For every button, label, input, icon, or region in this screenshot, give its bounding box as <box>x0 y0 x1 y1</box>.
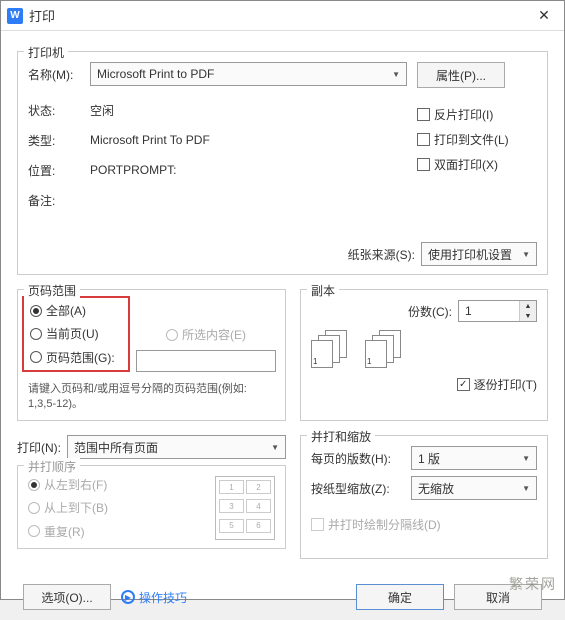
title-bar[interactable]: W 打印 ✕ <box>1 1 564 31</box>
comment-label: 备注: <box>28 192 90 209</box>
tips-link[interactable]: ▶ 操作技巧 <box>121 589 187 606</box>
zoom-group: 并打和缩放 每页的版数(H): 1 版 按纸型缩放(Z): 无缩放 <box>300 435 548 559</box>
order-repeat-radio: 重复(R) <box>28 523 85 540</box>
radio-icon <box>28 479 40 491</box>
print-order-group: 并打顺序 从左到右(F) 从上到下(B) <box>17 465 286 549</box>
page-range-title: 页码范围 <box>24 282 80 299</box>
reverse-print-checkbox[interactable]: 反片打印(I) <box>417 106 537 123</box>
printer-name-label: 名称(M): <box>28 66 90 83</box>
radio-icon <box>30 351 42 363</box>
type-label: 类型: <box>28 132 90 149</box>
pages-per-sheet-label: 每页的版数(H): <box>311 450 411 467</box>
printer-group: 打印机 名称(M): Microsoft Print to PDF 属性(P).… <box>17 51 548 275</box>
collate-illustration: 3 2 1 3 2 1 <box>311 330 537 370</box>
checkbox-icon <box>311 518 324 531</box>
order-preview-icon: 12 34 56 <box>215 476 275 540</box>
watermark: 繁荣网 <box>509 574 557 594</box>
order-ttb-radio: 从上到下(B) <box>28 499 108 516</box>
print-what-select[interactable]: 范围中所有页面 <box>67 435 286 459</box>
scale-select[interactable]: 无缩放 <box>411 476 537 500</box>
pages-per-sheet-select[interactable]: 1 版 <box>411 446 537 470</box>
zoom-title: 并打和缩放 <box>307 428 375 445</box>
checkbox-icon <box>417 158 430 171</box>
radio-icon <box>28 525 40 537</box>
order-title: 并打顺序 <box>24 458 80 475</box>
app-icon: W <box>7 8 23 24</box>
print-what-label: 打印(N): <box>17 439 61 456</box>
checkbox-icon <box>417 133 430 146</box>
options-button[interactable]: 选项(O)... <box>23 584 111 610</box>
scale-label: 按纸型缩放(Z): <box>311 480 411 497</box>
checkbox-icon: ✓ <box>457 378 470 391</box>
highlight-annotation: 全部(A) 当前页(U) 页码范围(G): <box>22 296 130 372</box>
printer-group-title: 打印机 <box>24 44 68 61</box>
radio-icon <box>30 328 42 340</box>
duplex-checkbox[interactable]: 双面打印(X) <box>417 156 537 173</box>
draw-lines-checkbox: 并打时绘制分隔线(D) <box>311 516 441 533</box>
close-button[interactable]: ✕ <box>524 1 564 31</box>
where-label: 位置: <box>28 162 90 179</box>
spinner-down-icon[interactable]: ▼ <box>520 311 536 321</box>
type-value: Microsoft Print To PDF <box>90 133 407 147</box>
printer-name-value: Microsoft Print to PDF <box>97 67 214 81</box>
play-icon: ▶ <box>121 590 135 604</box>
page-range-current-radio[interactable]: 当前页(U) <box>30 325 99 342</box>
status-value: 空闲 <box>90 102 407 119</box>
properties-button[interactable]: 属性(P)... <box>417 62 505 88</box>
radio-icon <box>166 329 178 341</box>
dialog-title: 打印 <box>29 6 524 25</box>
page-range-selection-radio: 所选内容(E) <box>166 326 246 343</box>
copies-label: 份数(C): <box>408 303 452 320</box>
page-range-input[interactable] <box>136 350 276 372</box>
checkbox-icon <box>417 108 430 121</box>
status-label: 状态: <box>28 102 90 119</box>
ok-button[interactable]: 确定 <box>356 584 444 610</box>
print-dialog: W 打印 ✕ 打印机 名称(M): Microsoft Print to PDF <box>0 0 565 600</box>
paper-source-select[interactable]: 使用打印机设置 <box>421 242 537 266</box>
page-range-hint: 请键入页码和/或用逗号分隔的页码范围(例如: 1,3,5-12)。 <box>28 382 275 413</box>
radio-icon <box>30 305 42 317</box>
copies-group: 副本 份数(C): 1 ▲ ▼ 3 <box>300 289 548 421</box>
page-range-all-radio[interactable]: 全部(A) <box>30 302 86 319</box>
print-to-file-checkbox[interactable]: 打印到文件(L) <box>417 131 537 148</box>
copies-title: 副本 <box>307 282 339 299</box>
page-range-pages-radio[interactable]: 页码范围(G): <box>30 349 115 366</box>
page-range-group: 页码范围 全部(A) 当前页(U) 页码范围(G): <box>17 289 286 421</box>
copies-spinner[interactable]: 1 ▲ ▼ <box>458 300 537 322</box>
order-ltr-radio: 从左到右(F) <box>28 476 107 493</box>
collate-checkbox[interactable]: ✓ 逐份打印(T) <box>457 376 537 393</box>
spinner-up-icon[interactable]: ▲ <box>520 301 536 311</box>
where-value: PORTPROMPT: <box>90 163 407 177</box>
copies-value: 1 <box>459 304 519 318</box>
paper-source-label: 纸张来源(S): <box>348 246 415 263</box>
radio-icon <box>28 502 40 514</box>
printer-name-select[interactable]: Microsoft Print to PDF <box>90 62 407 86</box>
